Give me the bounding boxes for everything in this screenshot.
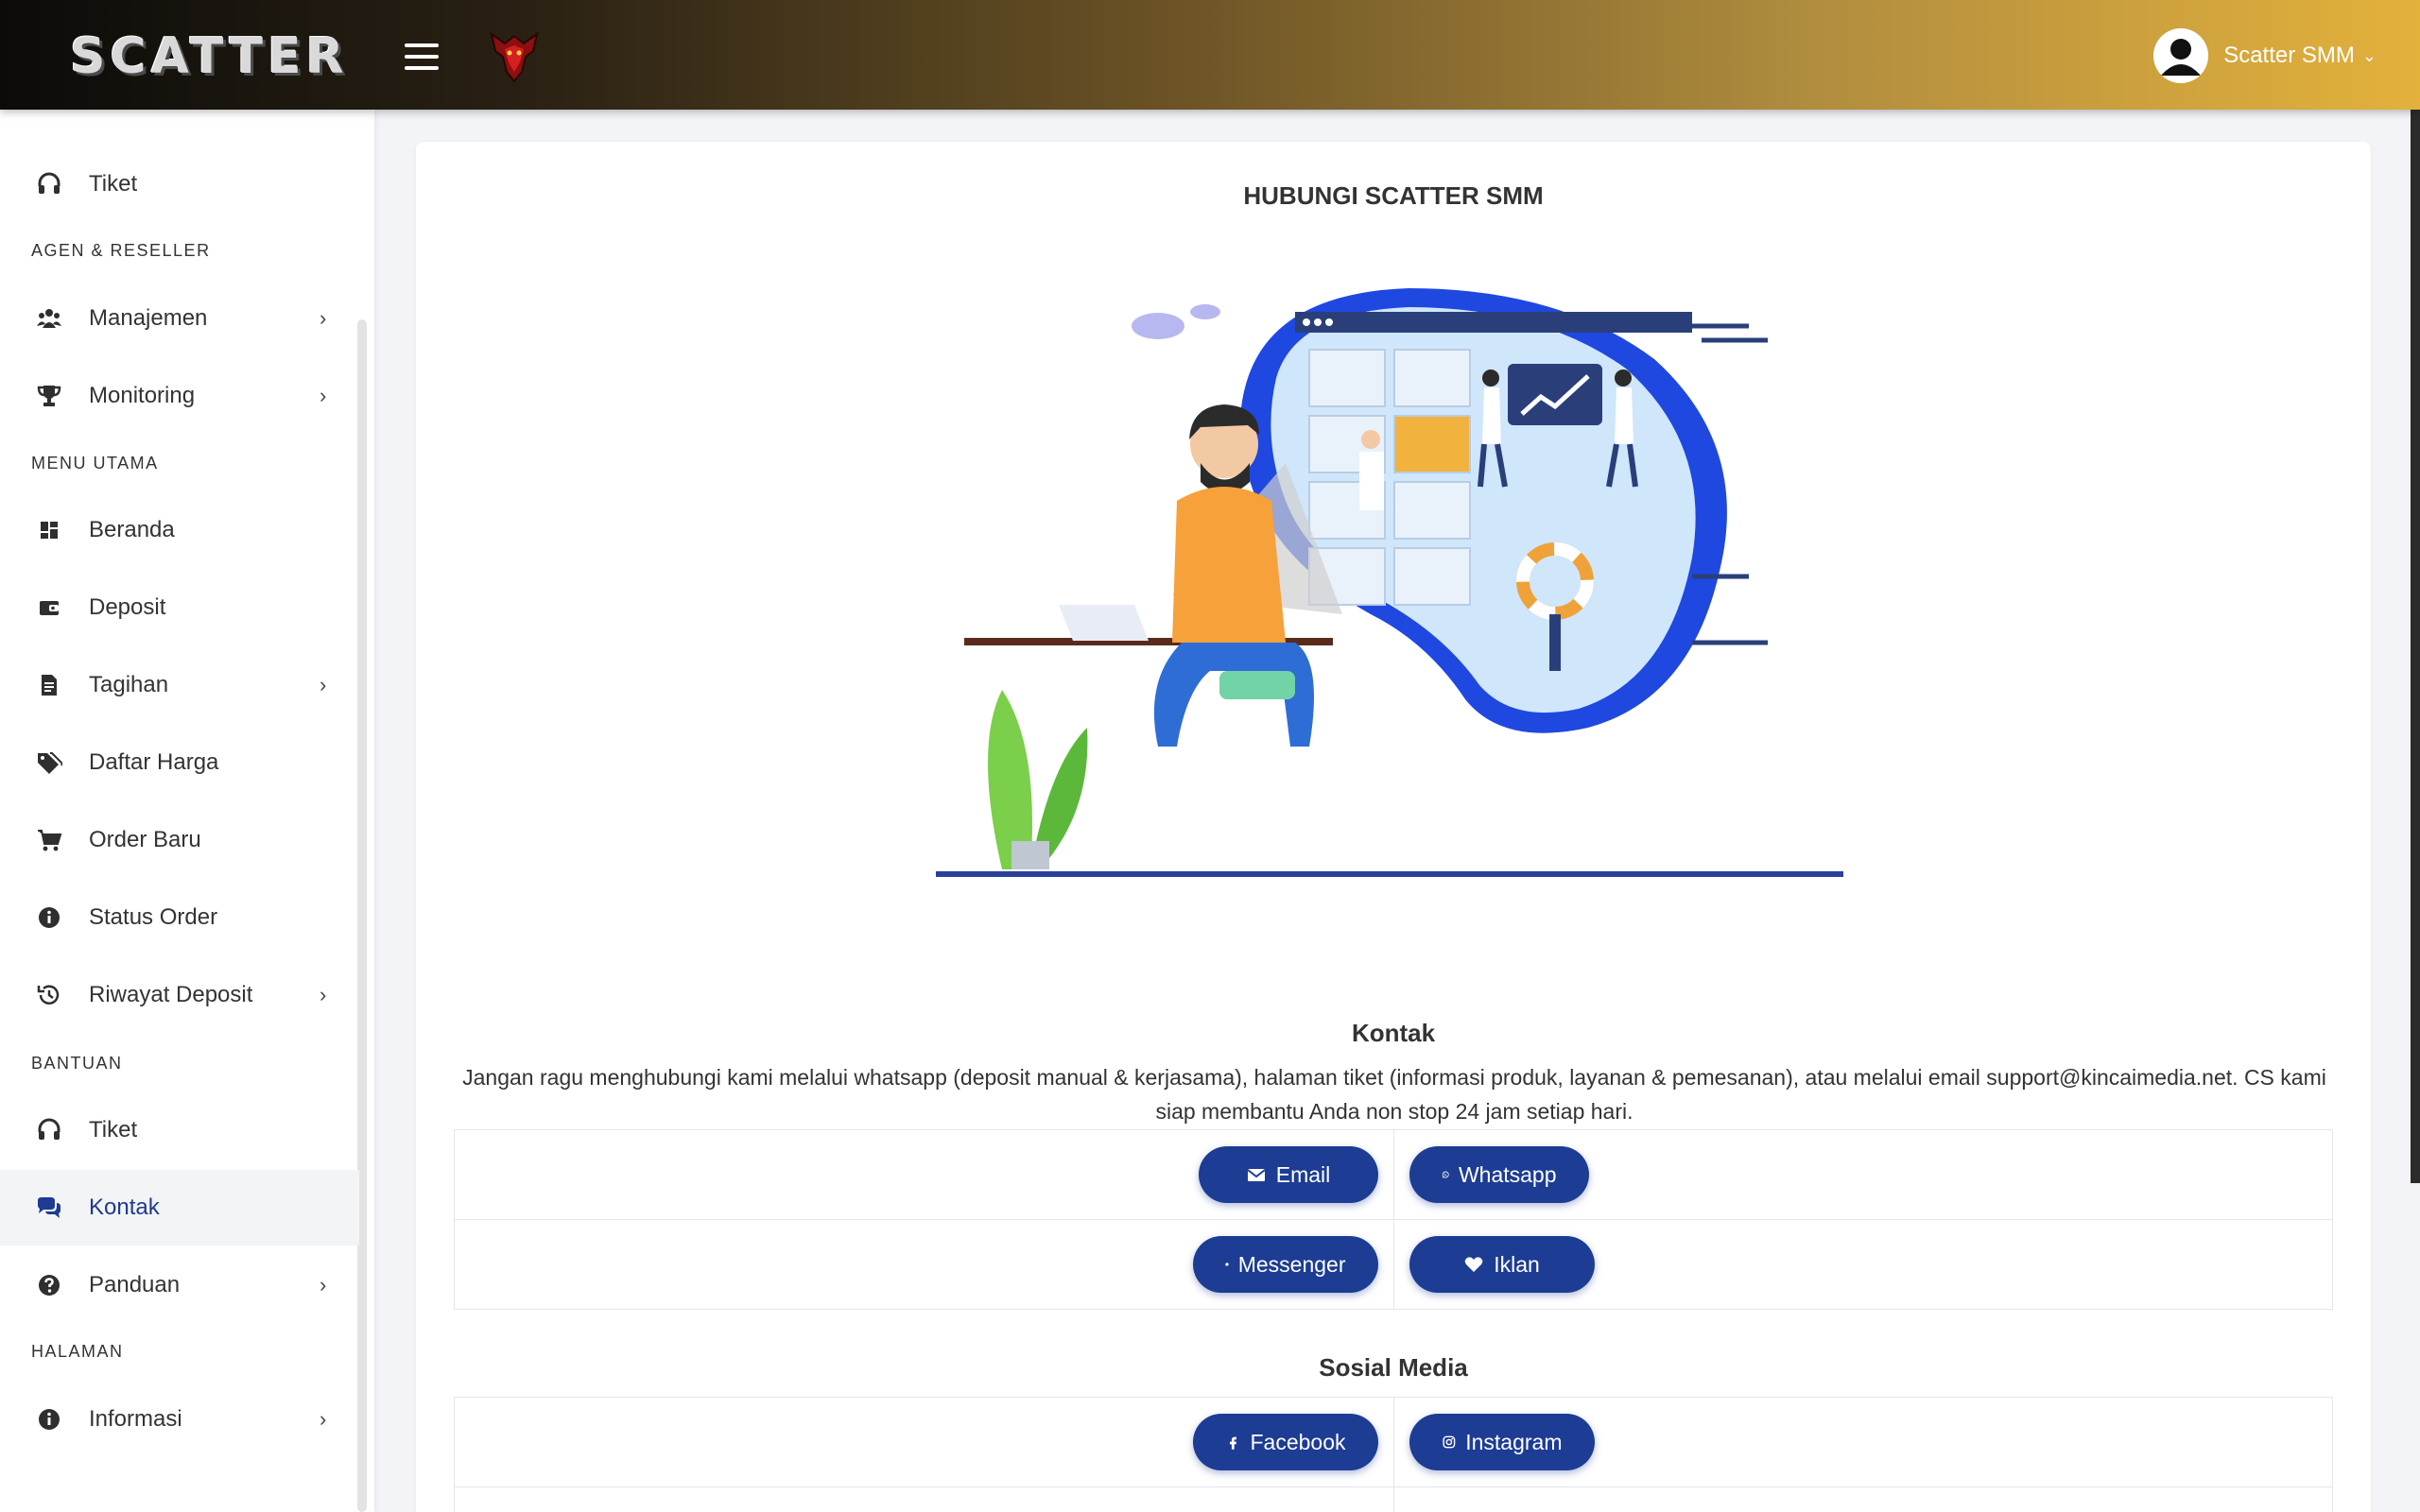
chevron-right-icon: › <box>320 983 327 1006</box>
page-scrollbar[interactable] <box>2411 110 2420 1183</box>
sidebar-item-label: Status Order <box>89 904 218 930</box>
sidebar-item-manajemen[interactable]: Manajemen › <box>0 281 359 356</box>
sidebar-item-label: Informasi <box>89 1406 182 1432</box>
chevron-right-icon: › <box>320 673 327 696</box>
facebook-icon <box>1229 1436 1236 1450</box>
user-avatar-icon <box>2153 28 2209 83</box>
info-icon <box>39 1409 60 1430</box>
messenger-icon <box>1224 1263 1229 1266</box>
facebook-button[interactable]: Facebook <box>1192 1414 1378 1470</box>
contact-description: Jangan ragu menghubungi kami melalui wha… <box>462 1065 2326 1124</box>
customer-support-illustration <box>936 288 1843 877</box>
iklan-button[interactable]: Iklan <box>1409 1236 1595 1293</box>
social-buttons-table: Facebook Instagram <box>454 1397 2333 1512</box>
top-navbar: SCATTER Scatter SMM ⌄ <box>0 0 2420 110</box>
sidebar-item-informasi[interactable]: Informasi › <box>0 1382 359 1457</box>
trophy-icon <box>37 386 61 406</box>
sidebar-item-label: Beranda <box>89 517 175 542</box>
sidebar-item-label: Manajemen <box>89 305 208 331</box>
sidebar-item-label: Daftar Harga <box>89 749 219 775</box>
envelope-icon <box>1247 1169 1266 1181</box>
user-menu[interactable]: Scatter SMM ⌄ <box>2153 28 2377 83</box>
user-name: Scatter SMM <box>2223 43 2355 68</box>
sidebar-heading: MENU UTAMA <box>31 454 159 472</box>
sidebar-item-label: Tiket <box>89 1117 138 1143</box>
sidebar-item-label: Deposit <box>89 594 166 620</box>
sidebar-item-status-order[interactable]: Status Order <box>0 880 359 955</box>
sidebar-item-monitoring[interactable]: Monitoring › <box>0 358 359 434</box>
menu-toggle-icon[interactable] <box>405 43 439 70</box>
sidebar-item-kontak[interactable]: Kontak <box>0 1170 359 1246</box>
headset-icon <box>38 172 60 194</box>
contact-buttons-table: Email Whatsapp Messenger Iklan <box>454 1129 2333 1310</box>
dashboard-icon <box>41 522 58 539</box>
sidebar-heading: BANTUAN <box>31 1054 123 1073</box>
sidebar-item-tagihan[interactable]: Tagihan › <box>0 647 359 723</box>
instagram-button[interactable]: Instagram <box>1409 1414 1595 1470</box>
sidebar-item-label: Panduan <box>89 1272 181 1297</box>
question-icon <box>39 1275 60 1296</box>
page-title: HUBUNGI SCATTER SMM <box>1243 181 1544 210</box>
sidebar-item-label: Tiket <box>89 171 138 197</box>
dragon-logo-icon <box>490 31 539 83</box>
messenger-button[interactable]: Messenger <box>1192 1236 1378 1293</box>
sidebar-item-deposit[interactable]: Deposit <box>0 570 359 645</box>
sidebar-item-label: Tagihan <box>89 672 169 697</box>
whatsapp-button[interactable]: Whatsapp <box>1409 1146 1589 1203</box>
sidebar-heading: AGEN & RESELLER <box>31 241 211 260</box>
chevron-down-icon: ⌄ <box>2361 45 2377 65</box>
cart-icon <box>38 830 62 851</box>
sidebar-item-beranda[interactable]: Beranda <box>0 492 359 568</box>
sidebar-item-label: Kontak <box>89 1194 160 1220</box>
sidebar-heading: HALAMAN <box>31 1342 124 1361</box>
instagram-icon <box>1442 1435 1455 1449</box>
contact-card: HUBUNGI SCATTER SMM Kontak Jangan ragu m… <box>416 142 2371 1512</box>
sidebar-item-label: Riwayat Deposit <box>89 982 253 1007</box>
email-button[interactable]: Email <box>1198 1146 1378 1203</box>
sidebar: Tiket AGEN & RESELLER Manajemen › Monito… <box>0 110 374 1512</box>
social-section-title: Sosial Media <box>1319 1353 1468 1382</box>
chat-icon <box>38 1197 60 1218</box>
sidebar-item-tiket[interactable]: Tiket <box>0 1092 359 1168</box>
history-icon <box>37 985 60 1005</box>
sidebar-item-tiket-top[interactable]: Tiket <box>0 146 359 222</box>
invoice-icon <box>42 675 57 696</box>
sidebar-item-label: Order Baru <box>89 827 201 852</box>
chevron-right-icon: › <box>320 1273 327 1297</box>
sidebar-item-daftar-harga[interactable]: Daftar Harga <box>0 725 359 800</box>
chevron-right-icon: › <box>320 306 327 330</box>
users-icon <box>37 309 61 328</box>
sidebar-item-label: Monitoring <box>89 383 196 408</box>
brand-logo[interactable]: SCATTER <box>70 28 349 85</box>
sidebar-item-order-baru[interactable]: Order Baru <box>0 802 359 878</box>
headset-icon <box>38 1118 60 1140</box>
heart-icon <box>1464 1257 1483 1272</box>
whatsapp-icon <box>1442 1171 1449 1178</box>
info-icon <box>39 907 60 928</box>
sidebar-item-riwayat-deposit[interactable]: Riwayat Deposit › <box>0 957 359 1033</box>
sidebar-item-panduan[interactable]: Panduan › <box>0 1247 359 1323</box>
contact-section-title: Kontak <box>1351 1019 1436 1047</box>
wallet-icon <box>40 601 59 615</box>
tags-icon <box>38 752 62 774</box>
chevron-right-icon: › <box>320 384 327 407</box>
avatar <box>2153 28 2209 83</box>
chevron-right-icon: › <box>320 1407 327 1431</box>
